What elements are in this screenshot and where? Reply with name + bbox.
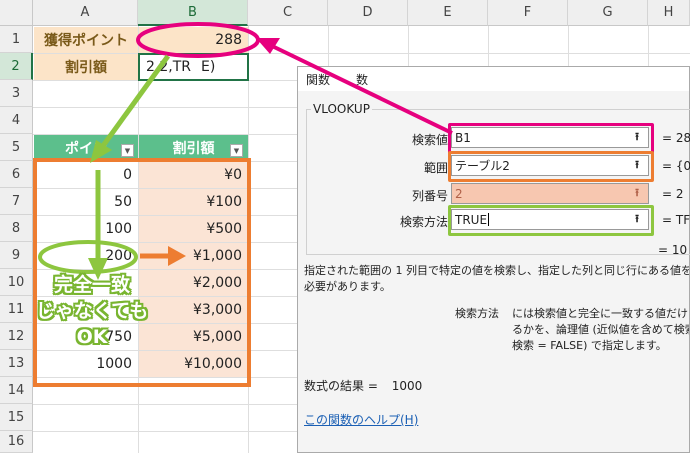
column-header-g[interactable]: G — [568, 0, 648, 26]
col-index-input[interactable]: 2 — [451, 183, 649, 204]
cell-a2-label[interactable]: 割引額 — [34, 54, 138, 80]
annotation-line-1: 完全一致 — [53, 274, 130, 296]
dialog-title: 関数 — [306, 72, 331, 87]
function-description-2: 必要があります。 — [304, 280, 391, 293]
row-header-4[interactable]: 4 — [0, 107, 33, 134]
column-header-c[interactable]: C — [248, 0, 328, 26]
row-header-15[interactable]: 15 — [0, 404, 33, 431]
annotation-bubble: 完全一致 じゃなくても OK — [28, 272, 156, 372]
function-description-1: 指定された範囲の 1 列目で特定の値を検索し、指定した列と同じ行にある値を返 — [304, 264, 689, 277]
table-array-highlight — [448, 151, 654, 182]
function-help-link[interactable]: この関数のヘルプ(H) — [304, 411, 418, 428]
arg-label-col-index: 列番号 — [411, 189, 448, 203]
row-header-7[interactable]: 7 — [0, 188, 33, 215]
formula-preview-result: = 10 — [658, 243, 688, 257]
cell-b2-formula[interactable]: 2,2,TR E) — [138, 53, 249, 81]
arg-result-col-index: = 2 — [662, 187, 684, 201]
row-header-16[interactable]: 16 — [0, 431, 33, 453]
row-header-6[interactable]: 6 — [0, 161, 33, 188]
row-header-8[interactable]: 8 — [0, 215, 33, 242]
arg-result-range-lookup: = TF — [662, 213, 690, 227]
column-header-b[interactable]: B — [138, 0, 248, 26]
row-header-14[interactable]: 14 — [0, 377, 33, 404]
column-header-a[interactable]: A — [33, 0, 138, 26]
column-header-e[interactable]: E — [408, 0, 488, 26]
arg-result-table-array: = {0 — [662, 159, 690, 173]
function-name: VLOOKUP — [311, 102, 372, 116]
annotation-line-2: じゃなくても — [35, 300, 149, 322]
column-header-h[interactable]: H — [648, 0, 690, 26]
select-all-corner[interactable] — [0, 0, 33, 26]
collapse-col-index-icon[interactable]: ⭱ — [628, 185, 646, 202]
column-header-d[interactable]: D — [328, 0, 408, 26]
param-description-1: には検索値と完全に一致する値だけを — [512, 307, 689, 320]
cell-b1-value[interactable]: 288 — [139, 27, 248, 53]
formula-result-row: 数式の結果 = 1000 — [304, 377, 422, 394]
row-header-5[interactable]: 5 — [0, 134, 33, 161]
annotation-line-3: OK — [76, 326, 108, 348]
row-header-1[interactable]: 1 — [0, 26, 33, 53]
magenta-arrow-head — [256, 38, 280, 54]
formula-result-label: 数式の結果 = — [304, 379, 378, 393]
row-header-9[interactable]: 9 — [0, 242, 33, 269]
lookup-value-highlight — [448, 123, 654, 154]
param-description-2: るかを、論理値 (近似値を含めて検索 — [512, 323, 689, 336]
table-header-discount-label: 割引額 — [172, 141, 215, 157]
arg-result-lookup-value: = 28 — [662, 131, 690, 145]
range-lookup-highlight — [448, 205, 654, 236]
param-description-3: 検索 = FALSE) で指定します。 — [512, 339, 667, 352]
arg-label-lookup-value: 検索値 — [411, 133, 448, 147]
row-header-2[interactable]: 2 — [0, 53, 33, 80]
cell-b2-formula-tail: E) — [201, 59, 216, 75]
arg-label-range-lookup: 検索方法 — [399, 215, 448, 229]
param-name: 検索方法 — [455, 307, 499, 320]
col-index-text: 2 — [455, 186, 463, 201]
cell-b2-formula-text: 2,2,TR — [146, 59, 191, 75]
cell-a1-label[interactable]: 獲得ポイント — [34, 27, 138, 53]
column-header-f[interactable]: F — [488, 0, 568, 26]
filter-dropdown-points-icon[interactable]: ▼ — [121, 144, 134, 157]
table-header-points-label: ポイン — [65, 141, 107, 157]
formula-result-value: 1000 — [391, 379, 423, 393]
row-header-3[interactable]: 3 — [0, 80, 33, 107]
filter-dropdown-discount-icon[interactable]: ▼ — [230, 144, 243, 157]
dialog-title-tail: 数 — [356, 72, 369, 87]
dialog-title-bar[interactable]: 関数 数 — [298, 67, 689, 91]
arg-label-table-array: 範囲 — [423, 161, 448, 175]
